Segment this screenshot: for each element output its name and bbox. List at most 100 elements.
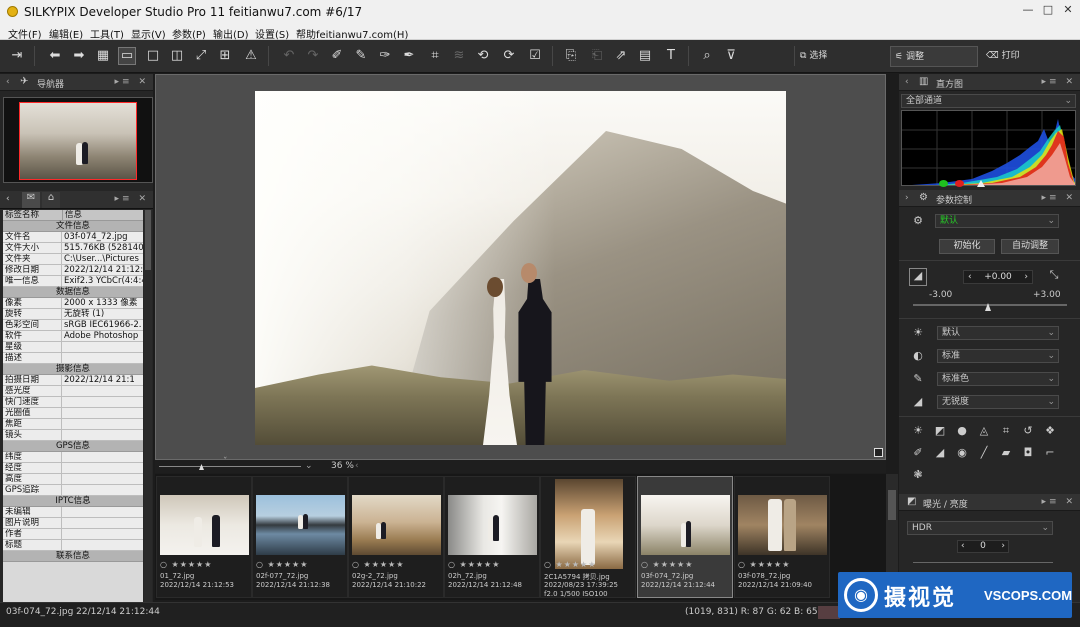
exposure-slider-track[interactable] xyxy=(913,304,1067,306)
info-row[interactable]: 文件名 03f-074_72.jpg xyxy=(3,232,143,243)
decrease-icon[interactable]: ‹ xyxy=(968,271,972,283)
develop-icon[interactable]: ⎘ xyxy=(562,47,580,65)
info-section-header[interactable]: 数据信息 xyxy=(3,287,143,298)
info-scrollbar[interactable] xyxy=(144,210,152,602)
collapse-info-icon[interactable]: ‹ xyxy=(6,194,10,204)
display-icon[interactable]: ▤ xyxy=(636,47,654,65)
rotate-right-icon[interactable]: ⟳ xyxy=(500,47,518,65)
info-row[interactable]: 文件大小 515.76KB (528140 xyxy=(3,243,143,254)
import-icon[interactable]: ⇥ xyxy=(8,47,26,65)
gradient-tool-icon[interactable]: ◢ xyxy=(933,446,947,460)
info-row[interactable]: 旋转 无旋转 (1) xyxy=(3,309,143,320)
increase-icon[interactable]: › xyxy=(1024,271,1028,283)
params-menu-icon[interactable]: ▸≡ ✕ xyxy=(1042,193,1076,203)
info-row[interactable]: GPS追踪 xyxy=(3,485,143,496)
sun-icon[interactable]: ☀ xyxy=(911,326,925,340)
film-thumb-selected[interactable]: ○ ★★★★★ 03f-074_72.jpg 2022/12/14 21:12:… xyxy=(637,476,733,598)
fullscreen-icon[interactable]: ⤢ xyxy=(192,47,210,65)
info-row[interactable]: 高度 xyxy=(3,474,143,485)
info-row[interactable]: 拍摄日期 2022/12/14 21:1 xyxy=(3,375,143,386)
filmstrip-view-icon[interactable]: ▭ xyxy=(118,47,136,65)
eye-tool-icon[interactable]: ◉ xyxy=(955,446,969,460)
single-view-icon[interactable]: □ xyxy=(144,47,162,65)
film-thumb[interactable]: ○ ★★★★★ 02f-077_72.jpg 2022/12/14 21:12:… xyxy=(252,476,348,598)
info-row[interactable]: 色彩空间 sRGB IEC61966-2. xyxy=(3,320,143,331)
histogram-green-marker-icon[interactable] xyxy=(939,180,948,187)
thumb-rating[interactable]: ○ ★★★★★ xyxy=(641,560,693,569)
info-row[interactable]: 快门速度 xyxy=(3,397,143,408)
clone-tool-icon[interactable]: ◘ xyxy=(1021,446,1035,460)
sharpen-tool-icon[interactable]: ◬ xyxy=(977,424,991,438)
thumb-rating[interactable]: ○ ★★★★★ xyxy=(352,560,404,569)
filter-icon[interactable]: ⊽ xyxy=(722,47,740,65)
info-row[interactable]: 标题 xyxy=(3,540,143,551)
menu-output[interactable]: 输出(D) xyxy=(213,26,249,41)
undo-icon[interactable]: ↶ xyxy=(280,47,298,65)
filmstrip-scroll-thumb[interactable] xyxy=(888,490,896,520)
main-photo[interactable] xyxy=(255,91,786,445)
crop-icon[interactable]: ⌗ xyxy=(426,47,444,65)
menu-view[interactable]: 显示(V) xyxy=(131,26,166,41)
histogram-channel-select[interactable]: 全部通道 ⌄ xyxy=(901,94,1076,108)
pick-wb-icon[interactable]: ✐ xyxy=(328,47,346,65)
crop-tool-icon[interactable]: ⌐ xyxy=(1043,446,1057,460)
menu-params[interactable]: 参数(P) xyxy=(172,26,206,41)
check-icon[interactable]: ☑ xyxy=(526,47,544,65)
warning-icon[interactable]: ⚠ xyxy=(242,47,260,65)
info-tab-icon[interactable]: ✉ xyxy=(22,192,40,208)
layers-icon[interactable]: ≋ xyxy=(450,47,468,65)
sharpness-icon[interactable]: ◢ xyxy=(911,395,925,409)
exposure-panel-value-field[interactable]: ‹ 0 › xyxy=(957,540,1009,553)
thumb-rating[interactable]: ○ ★★★★★ xyxy=(256,560,308,569)
info-section-header[interactable]: 联系信息 xyxy=(3,551,143,562)
color-select[interactable]: 标准色 ⌄ xyxy=(937,372,1059,386)
more-tools-icon[interactable]: ❃ xyxy=(911,468,925,482)
film-thumb[interactable]: ○ ★★★★★ 2C1A5794 拷贝.jpg 2022/08/23 17:39… xyxy=(540,476,636,598)
white-balance-select[interactable]: 默认 ⌄ xyxy=(937,326,1059,340)
fit-view-icon[interactable] xyxy=(874,448,883,457)
thumb-rating[interactable]: ○ ★★★★★ xyxy=(448,560,500,569)
close-button[interactable]: ✕ xyxy=(1056,3,1080,21)
info-row[interactable]: 作者 xyxy=(3,529,143,540)
transform-tool-icon[interactable]: ⌗ xyxy=(999,424,1013,438)
gear-icon[interactable]: ⚙ xyxy=(911,214,925,228)
exposure-tool-icon[interactable]: ◩ xyxy=(933,424,947,438)
film-thumb[interactable]: ○ ★★★★★ 02g-2_72.jpg 2022/12/14 21:10:22 xyxy=(348,476,444,598)
info-row[interactable]: 经度 xyxy=(3,463,143,474)
folder-tab-icon[interactable]: ⌂ xyxy=(42,192,60,208)
info-panel-menu-icon[interactable]: ▸≡ ✕ xyxy=(115,194,149,204)
initialize-button[interactable]: 初始化 xyxy=(939,239,995,254)
zoom-arrow-icon[interactable]: ‹ xyxy=(355,461,359,471)
film-thumb[interactable]: ○ ★★★★★ 02h_72.jpg 2022/12/14 21:12:48 xyxy=(444,476,540,598)
histogram-menu-icon[interactable]: ▸≡ ✕ xyxy=(1042,77,1076,87)
exposure-mode-select[interactable]: HDR ⌄ xyxy=(907,521,1053,535)
navigator-thumbnail[interactable] xyxy=(3,97,153,183)
zoom-search-icon[interactable]: ⌕ xyxy=(698,47,716,65)
thumb-rating[interactable]: ○ ★★★★★ xyxy=(738,560,790,569)
rotate-left-icon[interactable]: ⟲ xyxy=(474,47,492,65)
next-image-icon[interactable]: ➡ xyxy=(70,47,88,65)
zoom-slider-track[interactable] xyxy=(159,466,301,467)
wb-tool-icon[interactable]: ☀ xyxy=(911,424,925,438)
collapse-right-icon[interactable]: ‹ xyxy=(905,77,909,87)
eraser-tool-icon[interactable]: ▰ xyxy=(999,446,1013,460)
grid-view-icon[interactable]: ▦ xyxy=(94,47,112,65)
zoom-slider-handle[interactable] xyxy=(199,464,204,470)
info-section-header[interactable]: GPS信息 xyxy=(3,441,143,452)
export-icon[interactable]: ⇗ xyxy=(612,47,630,65)
thumb-rating[interactable]: ○ ★★★★★ xyxy=(160,560,212,569)
info-row[interactable]: 像素 2000 x 1333 像素 xyxy=(3,298,143,309)
tone-select[interactable]: 标准 ⌄ xyxy=(937,349,1059,363)
exposure-value-field[interactable]: ‹ +0.00 › xyxy=(963,270,1033,284)
collapse-params-icon[interactable]: › xyxy=(905,193,909,203)
pen-tool-icon[interactable]: ╱ xyxy=(977,446,991,460)
info-row[interactable]: 焦距 xyxy=(3,419,143,430)
contrast-icon[interactable]: ◐ xyxy=(911,349,925,363)
exposure-panel-slider[interactable] xyxy=(913,562,1053,563)
increase-icon[interactable]: › xyxy=(1001,541,1005,552)
info-row[interactable]: 软件 Adobe Photoshop xyxy=(3,331,143,342)
rotate-tool-icon[interactable]: ↺ xyxy=(1021,424,1035,438)
info-row[interactable]: 描述 xyxy=(3,353,143,364)
exposure-icon[interactable]: ◢ xyxy=(909,268,927,286)
info-section-header[interactable]: IPTC信息 xyxy=(3,496,143,507)
